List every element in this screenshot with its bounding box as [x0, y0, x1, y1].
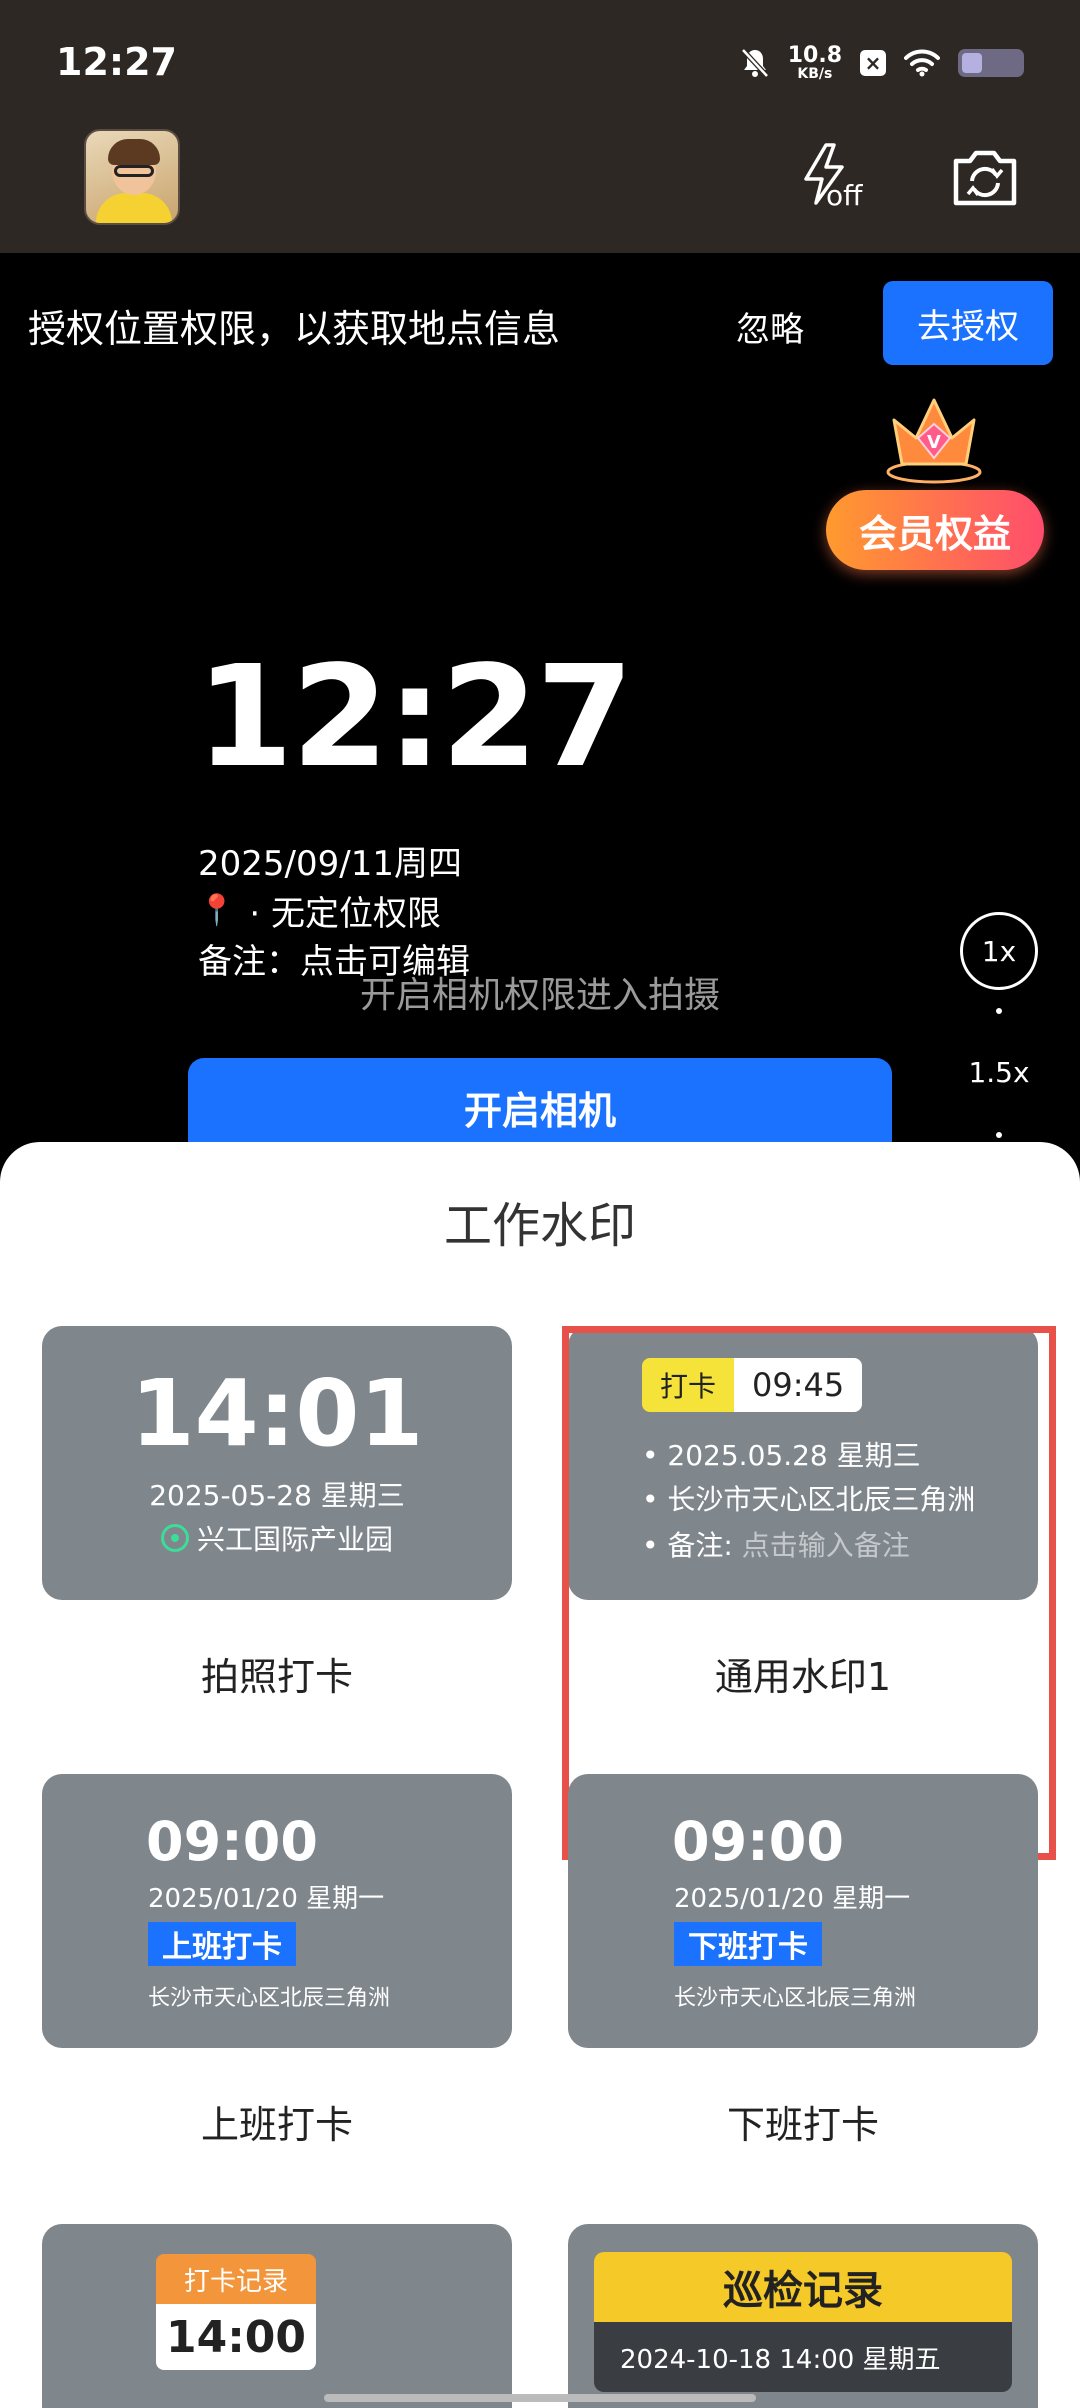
zoom-1-5x-button[interactable]: 1.5x: [960, 1056, 1038, 1089]
flash-off-icon[interactable]: off: [796, 141, 866, 211]
battery-icon: [958, 49, 1024, 77]
card-label: 拍照打卡: [200, 1655, 353, 1699]
sheet-title: 工作水印: [443, 1198, 636, 1254]
thumb-badge: 下班打卡: [674, 1922, 822, 1966]
avatar-hair: [108, 139, 160, 165]
crown-gem-icon: V: [886, 398, 982, 484]
status-bar: 12:27 10.8 KB/s ×: [0, 0, 1080, 125]
thumb-time: 09:00: [672, 1810, 844, 1873]
preview-watermark-time: 12:27: [196, 636, 634, 799]
permission-banner-text: 授权位置权限，以获取地点信息: [28, 307, 561, 351]
battery-fill: [962, 53, 982, 73]
wifi-icon: [904, 49, 940, 77]
thumb-date: 2025/01/20 星期一: [674, 1884, 911, 1914]
zoom-1x-button[interactable]: 1x: [960, 912, 1038, 990]
status-icons: 10.8 KB/s ×: [740, 40, 1024, 86]
user-avatar[interactable]: [84, 129, 180, 225]
zoom-dot: [996, 1008, 1002, 1014]
thumb-inspection-box: 巡检记录 2024-10-18 14:00 星期五: [594, 2252, 1012, 2392]
camera-flip-icon[interactable]: [950, 145, 1020, 209]
watermark-thumb: 09:00 2025/01/20 星期一 下班打卡 长沙市天心区北辰三角洲: [568, 1774, 1038, 2048]
thumb-date: 2025/01/20 星期一: [148, 1884, 385, 1914]
flash-state: off: [826, 179, 863, 211]
location-pin-icon: 📍: [198, 893, 236, 928]
thumb-time: 14:01: [130, 1360, 424, 1467]
thumb-header: 巡检记录: [594, 2252, 1012, 2322]
camera-top-bar: off: [0, 125, 1080, 253]
x-app-icon: ×: [860, 50, 886, 76]
thumb-location-text: 兴工国际产业园: [196, 1523, 393, 1556]
preview-watermark-location-text: · 无定位权限: [249, 894, 441, 934]
camera-permission-hint: 开启相机权限进入拍摄: [359, 975, 720, 1016]
vip-benefits-badge[interactable]: V 会员权益: [820, 394, 1048, 578]
preview-watermark-date: 2025/09/11周四: [198, 844, 462, 884]
card-label: 下班打卡: [726, 2103, 879, 2147]
network-speed-value: 10.8: [787, 43, 842, 68]
thumb-date: 2025-05-28 星期三: [149, 1479, 405, 1512]
thumb-time: 09:00: [146, 1810, 318, 1873]
thumb-badge: 上班打卡: [148, 1922, 296, 1966]
network-speed: 10.8 KB/s: [787, 43, 842, 82]
thumb-subline: 2024-10-18 14:00 星期五: [594, 2322, 1012, 2392]
status-time: 12:27: [56, 40, 177, 84]
location-circle-icon: [160, 1524, 189, 1552]
authorize-button[interactable]: 去授权: [883, 281, 1053, 365]
ignore-button[interactable]: 忽略: [736, 302, 804, 351]
watermark-thumb: 巡检记录 2024-10-18 14:00 星期五: [568, 2224, 1038, 2408]
preview-watermark-location: 📍 · 无定位权限: [198, 886, 441, 935]
watermark-thumb: 09:00 2025/01/20 星期一 上班打卡 长沙市天心区北辰三角洲: [42, 1774, 512, 2048]
vip-letter: V: [927, 432, 941, 453]
thumb-address: 长沙市天心区北辰三角洲: [148, 1986, 391, 2011]
watermark-bottom-sheet: 工作水印 14:01 2025-05-28 星期三 兴工国际产业园 拍照打卡 打…: [0, 1142, 1080, 2408]
thumb-address: 长沙市天心区北辰三角洲: [674, 1986, 917, 2011]
watermark-thumb: 14:01 2025-05-28 星期三 兴工国际产业园: [42, 1326, 512, 1600]
thumb-record-box: 打卡记录 14:00: [156, 2254, 316, 2370]
thumb-location: 兴工国际产业园: [42, 1518, 512, 1558]
vip-benefits-label: 会员权益: [826, 490, 1044, 570]
avatar-glasses: [114, 165, 154, 177]
home-indicator[interactable]: [324, 2394, 756, 2402]
zoom-dot: [996, 1132, 1002, 1138]
thumb-time: 14:00: [156, 2304, 316, 2370]
watermark-thumb: 打卡记录 14:00: [42, 2224, 512, 2408]
network-speed-unit: KB/s: [797, 66, 833, 82]
mute-bell-icon: [740, 48, 769, 78]
card-label: 上班打卡: [200, 2103, 353, 2147]
thumb-header: 打卡记录: [156, 2254, 316, 2304]
avatar-hoodie: [96, 193, 172, 223]
